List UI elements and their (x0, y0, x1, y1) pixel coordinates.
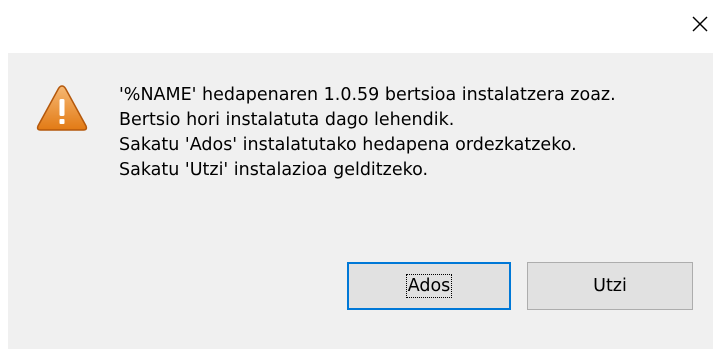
cancel-button-label: Utzi (593, 276, 627, 296)
message-line: Sakatu 'Ados' instalatutako hedapena ord… (119, 135, 577, 155)
message-text: '%NAME' hedapenaren 1.0.59 bertsioa inst… (119, 83, 709, 183)
warning-icon (36, 85, 88, 131)
dialog-panel: '%NAME' hedapenaren 1.0.59 bertsioa inst… (8, 53, 713, 349)
message-line: Sakatu 'Utzi' instalazioa gelditzeko. (119, 160, 429, 180)
ok-button-label: Ados (405, 274, 453, 298)
close-icon (692, 16, 708, 32)
message-line: Bertsio hori instalatuta dago lehendik. (119, 110, 455, 130)
close-button[interactable] (685, 9, 715, 39)
title-bar (0, 0, 721, 44)
cancel-button[interactable]: Utzi (527, 262, 693, 310)
ok-button[interactable]: Ados (347, 262, 511, 310)
message-line: '%NAME' hedapenaren 1.0.59 bertsioa inst… (119, 85, 616, 105)
